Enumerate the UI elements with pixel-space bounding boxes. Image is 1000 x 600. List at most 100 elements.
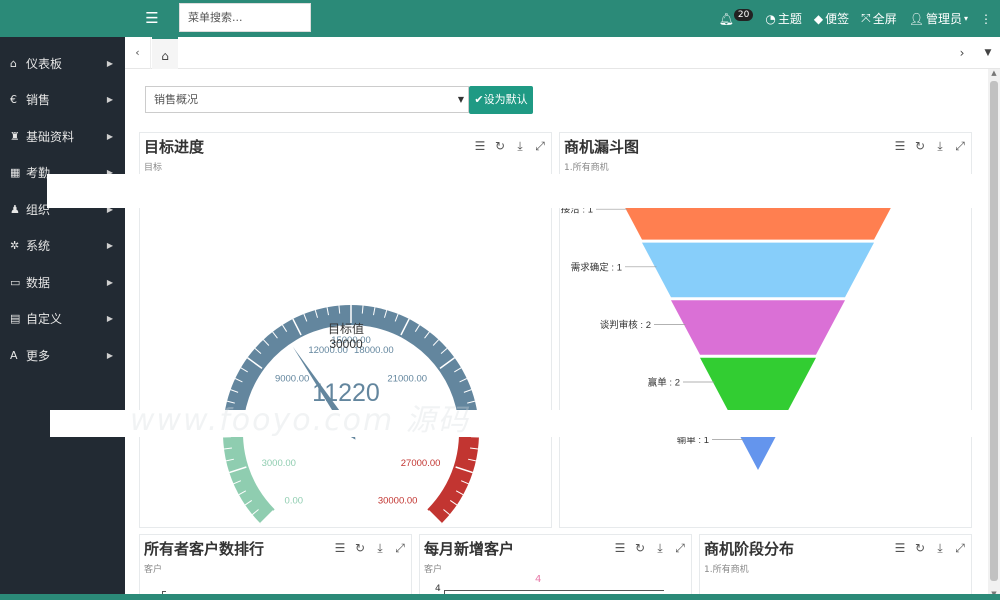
panel-tools: ☰ ↻ ⤓ ⤢	[613, 541, 687, 556]
gauge-tick-label: 0.00	[285, 495, 304, 506]
list-icon[interactable]: ☰	[893, 541, 907, 556]
funnel-stage-label: 谈判审核 : 2	[600, 319, 651, 331]
data-label: 4	[535, 574, 542, 585]
list-icon[interactable]: ☰	[613, 541, 627, 556]
tab-bar: ‹ ⌂ › ▼	[125, 37, 1000, 69]
home-icon: ⌂	[161, 49, 169, 63]
gauge-tick-label: 21000.00	[387, 374, 427, 385]
scrollbar-thumb[interactable]	[990, 81, 998, 581]
theme-button[interactable]: ◔ 主题	[765, 10, 802, 27]
chevron-right-icon: ▶	[106, 95, 113, 105]
menu-toggle-icon[interactable]: ☰	[142, 8, 162, 28]
panel-tools: ☰ ↻ ⤓ ⤢	[893, 541, 967, 556]
refresh-icon[interactable]: ↻	[633, 541, 647, 556]
funnel-stage-label: 赢单 : 2	[648, 376, 680, 388]
theme-label: 主题	[777, 12, 802, 26]
redaction-block	[47, 174, 1000, 208]
scroll-up-icon[interactable]: ▲	[988, 69, 1000, 79]
download-icon[interactable]: ⤓	[653, 541, 667, 556]
watermark-text: www.fooyo.com 源码	[130, 403, 470, 438]
chevron-right-icon: ▶	[106, 241, 113, 251]
sidebar-item-basic-data[interactable]: ♜ 基础资料 ▶	[0, 118, 125, 155]
chevron-right-icon: ▶	[106, 350, 113, 360]
more-vertical-icon[interactable]: ⋮	[980, 12, 992, 26]
page-scrollbar[interactable]: ▲ ▼	[988, 69, 1000, 600]
panel-subtitle: 1.所有商机	[704, 565, 749, 575]
list-icon[interactable]: ☰	[333, 541, 347, 556]
user-label: 管理员	[925, 12, 962, 26]
expand-icon: ⤧	[861, 11, 871, 25]
dashboard-select[interactable]: 销售概况 ▼	[145, 86, 469, 113]
sidebar-item-system[interactable]: ✲ 系统 ▶	[0, 228, 125, 265]
palette-icon: ◔	[765, 11, 776, 26]
sidebar-item-label: 自定义	[26, 312, 63, 327]
user-menu-button[interactable]: 👤︎ 管理员 ▾	[909, 10, 968, 27]
sidebar-item-label: 基础资料	[26, 129, 75, 144]
chevron-right-icon: ▶	[106, 277, 113, 287]
drive-icon: ▭	[10, 275, 21, 289]
fullscreen-label: 全屏	[872, 12, 897, 26]
sidebar-item-label: 系统	[26, 239, 51, 254]
top-right-actions: 🔔︎ 20 ◔ 主题 ◆ 便签 ⤧ 全屏 👤︎ 管理员 ▾ ⋮	[719, 0, 1000, 37]
sidebar-item-label: 仪表板	[26, 56, 63, 71]
funnel-stage-label: 需求确定 : 1	[571, 261, 622, 273]
sidebar-item-label: 数据	[26, 275, 51, 290]
panel-subtitle: 客户	[144, 565, 163, 575]
menu-search-input[interactable]: 菜单搜索...	[179, 3, 311, 32]
sidebar-item-sales[interactable]: € 销售 ▶	[0, 82, 125, 119]
font-icon: A	[10, 348, 18, 362]
gauge-tick-label: 9000.00	[275, 374, 309, 385]
chevron-right-icon: ▶	[106, 314, 113, 324]
bell-icon: 🔔︎	[718, 11, 734, 26]
panel-title: 商机阶段分布	[704, 540, 795, 558]
main-content: 销售概况 ▼ ✔设为默认 目标进度 目标 ☰ ↻ ⤓ ⤢ 0.00 3000.00…	[125, 69, 988, 600]
gauge-tick-label: 30000.00	[378, 495, 418, 506]
download-icon[interactable]: ⤓	[373, 541, 387, 556]
refresh-icon[interactable]: ↻	[913, 541, 927, 556]
home-icon: ⌂	[10, 56, 17, 70]
monthly-panel: 每月新增客户 客户 ☰ ↻ ⤓ ⤢ 4 4	[419, 534, 692, 600]
sidebar-item-label: 销售	[26, 93, 51, 108]
set-default-button[interactable]: ✔设为默认	[469, 86, 533, 114]
notifications-button[interactable]: 🔔︎ 20	[718, 8, 754, 26]
bell-icon: ♟	[10, 202, 20, 216]
sidebar-item-more[interactable]: A 更多 ▶	[0, 337, 125, 374]
rook-icon: ♜	[10, 129, 20, 143]
sidebar-item-custom[interactable]: ▤ 自定义 ▶	[0, 301, 125, 338]
notifications-badge: 20	[733, 8, 754, 21]
panel-tools: ☰ ↻ ⤓ ⤢	[333, 541, 407, 556]
download-icon[interactable]: ⤓	[933, 541, 947, 556]
notes-button[interactable]: ◆ 便签	[814, 10, 849, 27]
fullscreen-button[interactable]: ⤧ 全屏	[861, 10, 897, 27]
check-icon: ✔	[474, 93, 484, 106]
funnel-stage	[671, 300, 845, 355]
expand-icon[interactable]: ⤢	[953, 541, 967, 556]
sidebar-item-label: 更多	[26, 348, 51, 363]
panel-title: 所有者客户数排行	[144, 540, 265, 558]
funnel-stage	[642, 242, 874, 298]
sidebar-item-data[interactable]: ▭ 数据 ▶	[0, 264, 125, 301]
gauge-target-label: 目标值	[328, 321, 364, 336]
stage-panel: 商机阶段分布 1.所有商机 ☰ ↻ ⤓ ⤢	[699, 534, 972, 600]
euro-icon: €	[10, 93, 17, 107]
calendar-icon: ▦	[10, 166, 21, 180]
caret-down-icon: ▼	[457, 95, 464, 104]
panel-subtitle: 客户	[424, 565, 443, 575]
top-navbar: ☰ 菜单搜索... 🔔︎ 20 ◔ 主题 ◆ 便签 ⤧ 全屏 👤︎ 管理员 ▾ …	[0, 0, 1000, 37]
tab-scroll-left-button[interactable]: ‹	[125, 37, 151, 69]
tag-icon: ◆	[813, 11, 824, 26]
axis-tick-label: 4	[435, 584, 441, 594]
tab-scroll-right-button[interactable]: ›	[950, 37, 974, 69]
gear-icon: ✲	[10, 239, 20, 253]
tab-options-dropdown[interactable]: ▼	[976, 37, 1000, 69]
chevron-right-icon: ▶	[106, 58, 113, 68]
refresh-icon[interactable]: ↻	[353, 541, 367, 556]
expand-icon[interactable]: ⤢	[393, 541, 407, 556]
sidebar-item-dashboard[interactable]: ⌂ 仪表板 ▶	[0, 45, 125, 82]
tab-home[interactable]: ⌂	[152, 37, 178, 69]
set-default-label: 设为默认	[483, 93, 528, 106]
expand-icon[interactable]: ⤢	[673, 541, 687, 556]
funnel-stage	[700, 357, 816, 413]
notes-label: 便签	[825, 12, 850, 26]
bottom-bar	[0, 594, 1000, 600]
